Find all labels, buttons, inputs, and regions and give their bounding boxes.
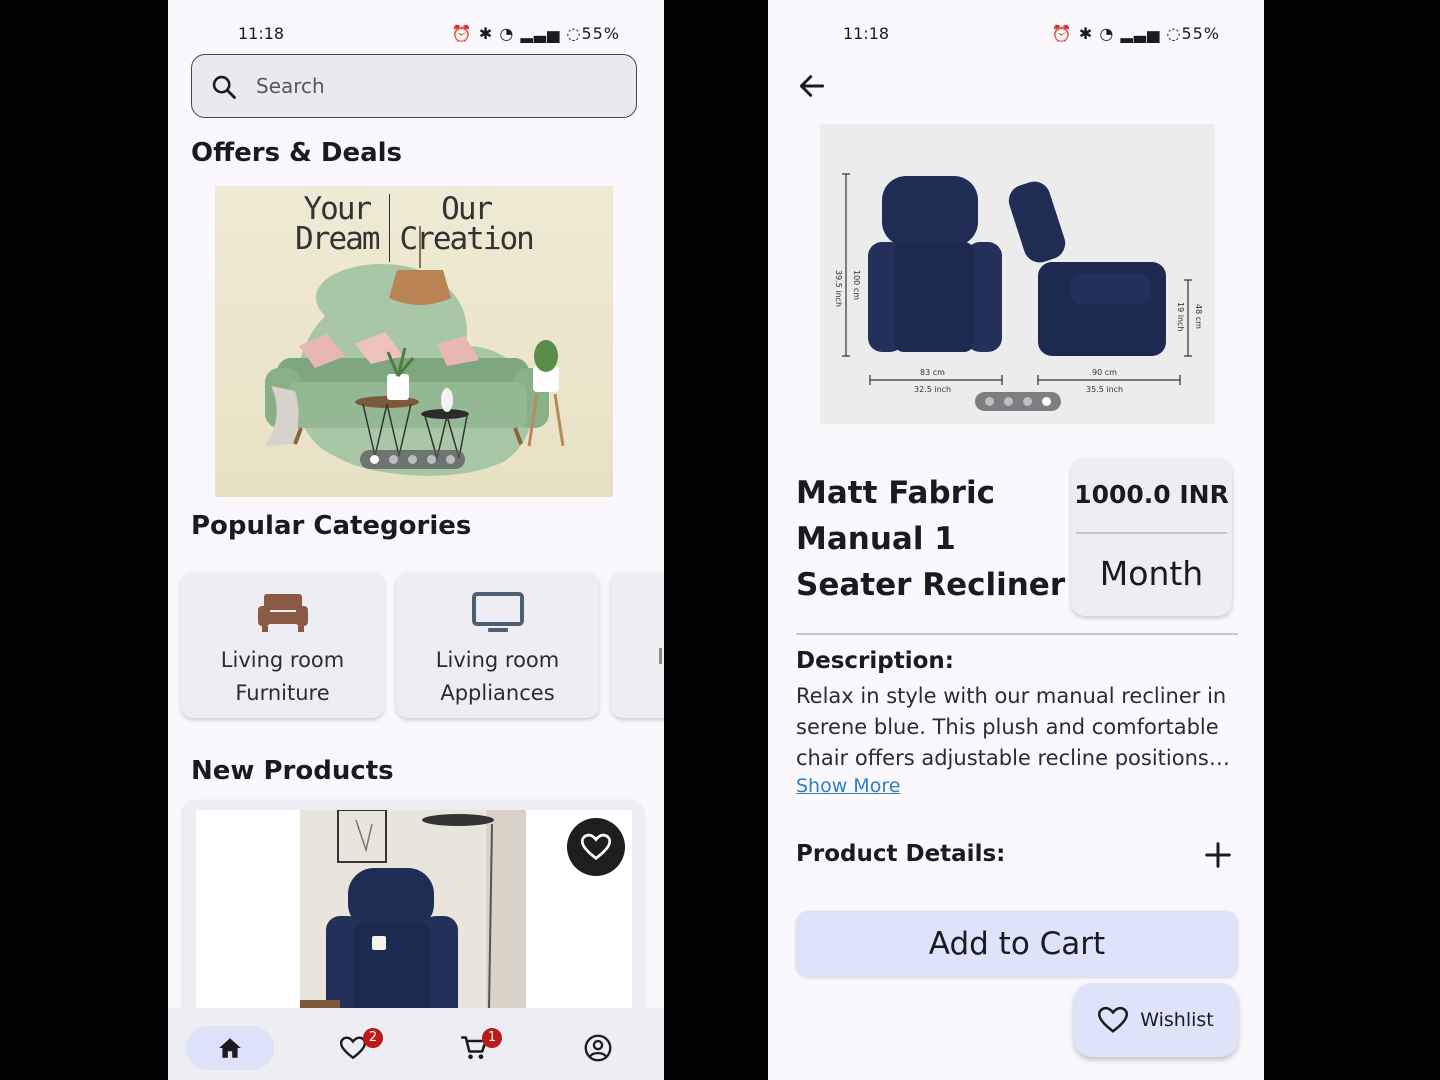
status-bar: 11:18 ⏰ ✱ ◔ ▂▃▅ ◌55% — [768, 22, 1264, 46]
account-circle-icon — [584, 1034, 612, 1062]
product-details-title: Product Details: — [796, 841, 1006, 867]
plus-icon[interactable] — [1203, 840, 1233, 870]
nav-home[interactable] — [186, 1026, 274, 1070]
dim-seat-inch: 19 inch — [1176, 302, 1185, 331]
product-title: Matt Fabric Manual 1 Seater Recliner — [796, 475, 1066, 603]
battery-level: 55% — [581, 24, 620, 43]
search-bar[interactable] — [191, 54, 637, 118]
wishlist-label: Wishlist — [1140, 1009, 1214, 1031]
nav-profile[interactable] — [554, 1026, 642, 1070]
price-period: Month — [1099, 554, 1204, 593]
wishlist-count-badge: 2 — [363, 1028, 383, 1048]
dim-height-cm: 100 cm — [852, 270, 861, 300]
carousel-dot[interactable] — [427, 455, 436, 464]
dim-width-cm: 83 cm — [920, 368, 945, 377]
carousel-dot[interactable] — [446, 455, 455, 464]
categories-title: Popular Categories — [191, 511, 472, 541]
cart-count-badge: 1 — [482, 1028, 502, 1048]
banner-text-your: Your — [303, 191, 373, 227]
wishlist-button[interactable]: Wishlist — [1074, 983, 1238, 1057]
status-time: 11:18 — [238, 24, 285, 43]
carousel-dot[interactable] — [1004, 397, 1013, 406]
heart-icon — [340, 1036, 366, 1060]
product-image-carousel[interactable]: 100 cm 39.5 inch 83 cm 32.5 inch 90 cm 3… — [820, 124, 1215, 424]
dim-depth-inch: 35.5 inch — [1086, 385, 1123, 394]
section-divider — [796, 633, 1238, 635]
offers-title: Offers & Deals — [191, 138, 403, 168]
back-arrow-icon[interactable] — [796, 70, 828, 102]
carousel-dot-active[interactable] — [370, 455, 379, 464]
price-value: 1000.0 INR — [1074, 480, 1229, 509]
category-label-line1: Living room — [220, 648, 345, 672]
new-products-title: New Products — [191, 756, 394, 786]
add-to-cart-button[interactable]: Add to Cart — [796, 911, 1238, 977]
banner-text-dream: Dream — [295, 221, 380, 257]
dim-height-inch: 39.5 inch — [834, 270, 843, 307]
dim-width-inch: 32.5 inch — [914, 385, 951, 394]
status-icons: ⏰ ✱ ◔ ▂▃▅ ◌55% — [451, 24, 620, 43]
favorite-button[interactable] — [567, 818, 625, 876]
price-divider — [1076, 532, 1227, 534]
category-label-line2: Appliances — [440, 681, 555, 705]
heart-outline-icon — [581, 833, 611, 860]
category-label-line1: Living room — [435, 648, 560, 672]
nav-cart[interactable]: 1 — [430, 1026, 518, 1070]
offers-banner[interactable]: Your Dream Our Creation — [215, 186, 613, 497]
carousel-dot[interactable] — [408, 455, 417, 464]
status-time: 11:18 — [843, 24, 890, 43]
dim-depth-cm: 90 cm — [1092, 368, 1117, 377]
home-icon — [219, 1038, 241, 1058]
search-icon — [212, 75, 236, 99]
tv-icon — [471, 592, 524, 632]
description-text: Relax in style with our manual recliner … — [796, 684, 1227, 770]
category-card-appliances[interactable]: Living room Appliances — [396, 572, 599, 718]
category-label-line2: Furniture — [235, 681, 330, 705]
banner-text-our: Our — [441, 191, 493, 227]
carousel-dot[interactable] — [389, 455, 398, 464]
status-bar: 11:18 ⏰ ✱ ◔ ▂▃▅ ◌55% — [168, 22, 664, 46]
category-label: Living room Furniture — [181, 644, 384, 710]
banner-text-creation: Creation — [399, 221, 535, 257]
recliner-dimension-image: 100 cm 39.5 inch 83 cm 32.5 inch 90 cm 3… — [820, 124, 1215, 424]
carousel-dot[interactable] — [1023, 397, 1032, 406]
carousel-dot[interactable] — [985, 397, 994, 406]
heart-outline-icon — [1098, 1006, 1129, 1033]
price-card: 1000.0 INR Month — [1071, 458, 1232, 616]
banner-headline: Your Dream Our Creation — [215, 194, 613, 262]
category-card-furniture[interactable]: Living room Furniture — [181, 572, 384, 718]
category-label: Living room Appliances — [396, 644, 599, 710]
carousel-dot-active[interactable] — [1042, 397, 1051, 406]
home-screen: 11:18 ⏰ ✱ ◔ ▂▃▅ ◌55% Offers & Deals — [168, 0, 664, 1080]
bottom-navigation: 2 1 — [168, 1008, 664, 1080]
category-card-partial[interactable] — [611, 572, 664, 718]
description-title: Description: — [796, 648, 954, 674]
nav-wishlist[interactable]: 2 — [309, 1026, 397, 1070]
product-detail-screen: 11:18 ⏰ ✱ ◔ ▂▃▅ ◌55% 100 cm 39.5 inch 83… — [768, 0, 1264, 1080]
status-icons: ⏰ ✱ ◔ ▂▃▅ ◌55% — [1051, 24, 1220, 43]
battery-level: 55% — [1181, 24, 1220, 43]
partial-category-icon — [659, 648, 662, 664]
show-more-link[interactable]: Show More — [796, 775, 900, 797]
banner-divider — [388, 194, 390, 262]
banner-carousel-indicator[interactable] — [360, 450, 465, 469]
sofa-icon — [257, 594, 308, 632]
search-input[interactable] — [256, 67, 616, 105]
image-carousel-indicator[interactable] — [975, 392, 1061, 411]
dim-seat-cm: 48 cm — [1194, 304, 1203, 329]
